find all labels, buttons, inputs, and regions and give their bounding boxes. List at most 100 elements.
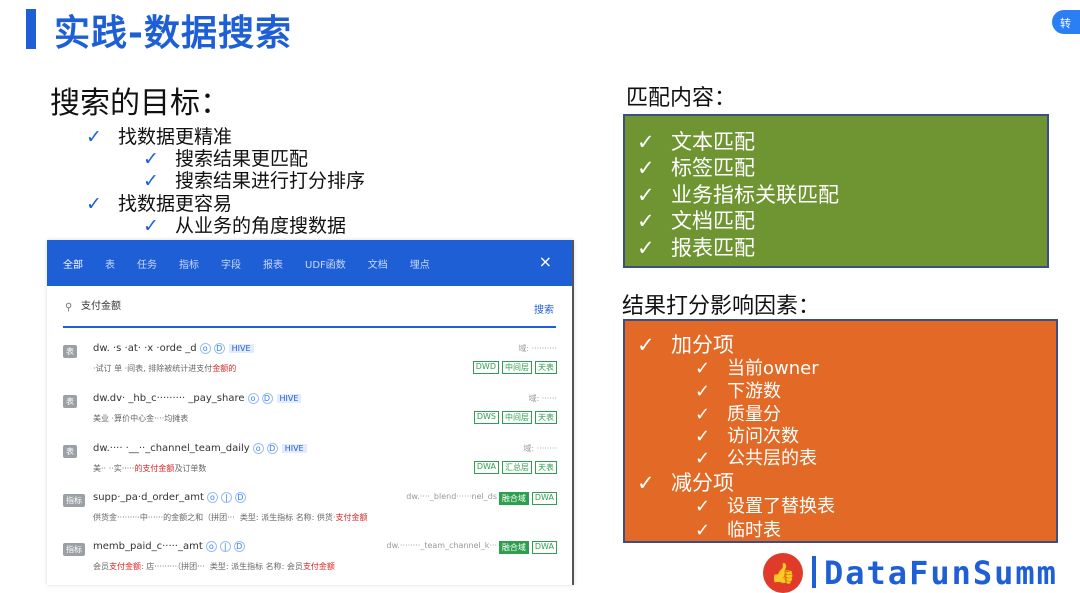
- check-icon: ✓: [695, 358, 711, 379]
- slide-title: 实践-数据搜索: [54, 13, 292, 54]
- result-domain: 域: ··········: [518, 344, 557, 353]
- layer-tag: DWA: [531, 541, 557, 554]
- check-icon: ✓: [695, 520, 711, 541]
- user-icon: o: [206, 492, 218, 503]
- result-name[interactable]: dw.dv· _hb_c········· _pay_share: [93, 393, 245, 404]
- user-icon: o: [252, 443, 264, 454]
- score-heading: 结果打分影响因素：: [622, 294, 821, 319]
- chart-icon: |: [219, 541, 231, 552]
- footer-divider: [812, 556, 816, 588]
- d-icon: D: [233, 541, 245, 552]
- title-accent-bar: [26, 9, 36, 49]
- tab-doc[interactable]: 文档: [368, 256, 388, 271]
- layer-tag: 中间层: [502, 411, 532, 424]
- check-icon: ✓: [143, 215, 159, 237]
- result-domain: 域: ······: [528, 394, 558, 403]
- result-tags: DWD 中间层 天表: [472, 361, 557, 374]
- user-icon: o: [247, 393, 259, 404]
- layer-tag: 汇总层: [502, 461, 532, 474]
- result-tags: DWA 汇总层 天表: [473, 461, 557, 474]
- check-icon: ✓: [637, 130, 655, 154]
- result-desc: 美业 ·算价中心金····均摊表: [93, 414, 189, 423]
- period-tag: 天表: [535, 411, 557, 424]
- result-name[interactable]: dw.···· ·__··_channel_team_daily: [93, 443, 250, 454]
- score-item: ✓ 临时表: [695, 520, 781, 541]
- result-name[interactable]: supp·_pa·d_order_amt: [93, 492, 204, 503]
- layer-tag: 中间层: [502, 361, 532, 374]
- match-item: ✓ 标签匹配: [637, 156, 755, 180]
- result-tags: 融合域 DWA: [498, 541, 557, 554]
- goal-item-label: 从业务的角度搜数据: [175, 215, 347, 237]
- result-type-badge: 指标: [63, 494, 85, 507]
- thumbs-up-logo-icon: 👍: [763, 553, 803, 593]
- result-desc: 美·· ··实·····的支付金额及订单数: [93, 464, 207, 473]
- match-box: ✓ 文本匹配 ✓ 标签匹配 ✓ 业务指标关联匹配 ✓ 文档匹配 ✓ 报表匹配: [623, 114, 1049, 268]
- tab-task[interactable]: 任务: [137, 256, 157, 271]
- score-item: ✓ 设置了替换表: [695, 496, 835, 517]
- period-tag: 天表: [535, 461, 557, 474]
- check-icon: ✓: [637, 236, 655, 260]
- check-icon: ✓: [637, 471, 655, 495]
- result-tags: 融合域 DWA: [498, 492, 557, 505]
- check-icon: ✓: [695, 448, 711, 469]
- domain-tag: 融合域: [498, 541, 529, 554]
- check-icon: ✓: [695, 381, 711, 402]
- result-type-badge: 表: [63, 395, 77, 408]
- result-row[interactable]: 表 dw.dv· _hb_c········· _pay_share o D HIVE…: [63, 391, 557, 431]
- result-row[interactable]: 指标 supp·_pa·d_order_amt o | D 供货金·········中…: [63, 490, 557, 530]
- check-icon: ✓: [637, 156, 655, 180]
- search-button[interactable]: 搜索: [534, 301, 554, 316]
- tab-metric[interactable]: 指标: [179, 256, 199, 271]
- result-desc: 供货金·········中······的金额之和（拼团··· 类型: 派生指标 …: [93, 513, 368, 522]
- result-desc: ·试订 单 ·间表, 排除被统计进支付金额的: [93, 364, 237, 373]
- result-type-badge: 指标: [63, 543, 85, 556]
- result-name[interactable]: memb_paid_c·····_amt: [93, 541, 203, 552]
- d-icon: D: [266, 443, 278, 454]
- search-ui-panel: 全部 表 任务 指标 字段 报表 UDF函数 文档 埋点 × ⚲ 搜索 表 dw…: [47, 240, 574, 585]
- score-box: ✓ 加分项 ✓ 当前owner ✓ 下游数 ✓ 质量分 ✓ 访问次数 ✓ 公共层的表 ✓ 减分…: [623, 319, 1058, 543]
- storage-badge: HIVE: [276, 394, 302, 403]
- layer-tag: DWA: [473, 461, 499, 474]
- check-icon: ✓: [637, 183, 655, 207]
- result-row[interactable]: 指标 memb_paid_c·····_amt o | D 会员支付金额: 店····…: [63, 539, 557, 579]
- user-icon: o: [205, 541, 217, 552]
- tab-all[interactable]: 全部: [63, 256, 83, 271]
- result-row[interactable]: 表 dw.···· ·__··_channel_team_daily o D HIVE…: [63, 441, 557, 481]
- result-domain: dw.········_team_channel_k···: [386, 541, 497, 550]
- match-heading: 匹配内容：: [626, 86, 737, 111]
- check-icon: ✓: [86, 193, 102, 215]
- search-tabs: 全部 表 任务 指标 字段 报表 UDF函数 文档 埋点 ×: [47, 240, 572, 286]
- result-row[interactable]: 表 dw. ·s ·at· ·x ·orde _d o D HIVE ·试订 单 ·间…: [63, 341, 557, 381]
- goals-heading: 搜索的目标：: [50, 86, 230, 121]
- layer-tag: DWD: [472, 361, 499, 374]
- tab-table[interactable]: 表: [105, 256, 115, 271]
- result-domain: dw.····_blend······nel_ds: [406, 492, 497, 501]
- match-item: ✓ 报表匹配: [637, 236, 755, 260]
- close-icon[interactable]: ×: [539, 252, 552, 271]
- storage-badge: HIVE: [281, 444, 307, 453]
- tab-field[interactable]: 字段: [221, 256, 241, 271]
- corner-badge[interactable]: 转: [1052, 10, 1080, 34]
- result-desc: 会员支付金额: 店·········（拼团··· 类型: 派生指标 名称: 会员…: [93, 562, 335, 571]
- check-icon: ✓: [637, 333, 655, 357]
- match-item: ✓ 文档匹配: [637, 209, 755, 233]
- result-type-badge: 表: [63, 345, 77, 358]
- user-icon: o: [199, 343, 211, 354]
- result-tags: DWS 中间层 天表: [473, 411, 557, 424]
- tab-udf[interactable]: UDF函数: [305, 256, 346, 271]
- tab-tracking[interactable]: 埋点: [410, 256, 430, 271]
- search-icon: ⚲: [65, 302, 73, 313]
- check-icon: ✓: [637, 209, 655, 233]
- search-input[interactable]: [81, 299, 381, 310]
- d-icon: D: [261, 393, 273, 404]
- brand-name: DataFunSumm: [824, 554, 1058, 592]
- goal-item: ✓ 从业务的角度搜数据: [143, 211, 346, 238]
- check-icon: ✓: [695, 496, 711, 517]
- tab-report[interactable]: 报表: [263, 256, 283, 271]
- result-type-badge: 表: [63, 445, 77, 458]
- domain-tag: 融合域: [498, 492, 529, 505]
- d-icon: D: [213, 343, 225, 354]
- chart-icon: |: [220, 492, 232, 503]
- result-name[interactable]: dw. ·s ·at· ·x ·orde _d: [93, 343, 197, 354]
- period-tag: 天表: [535, 361, 557, 374]
